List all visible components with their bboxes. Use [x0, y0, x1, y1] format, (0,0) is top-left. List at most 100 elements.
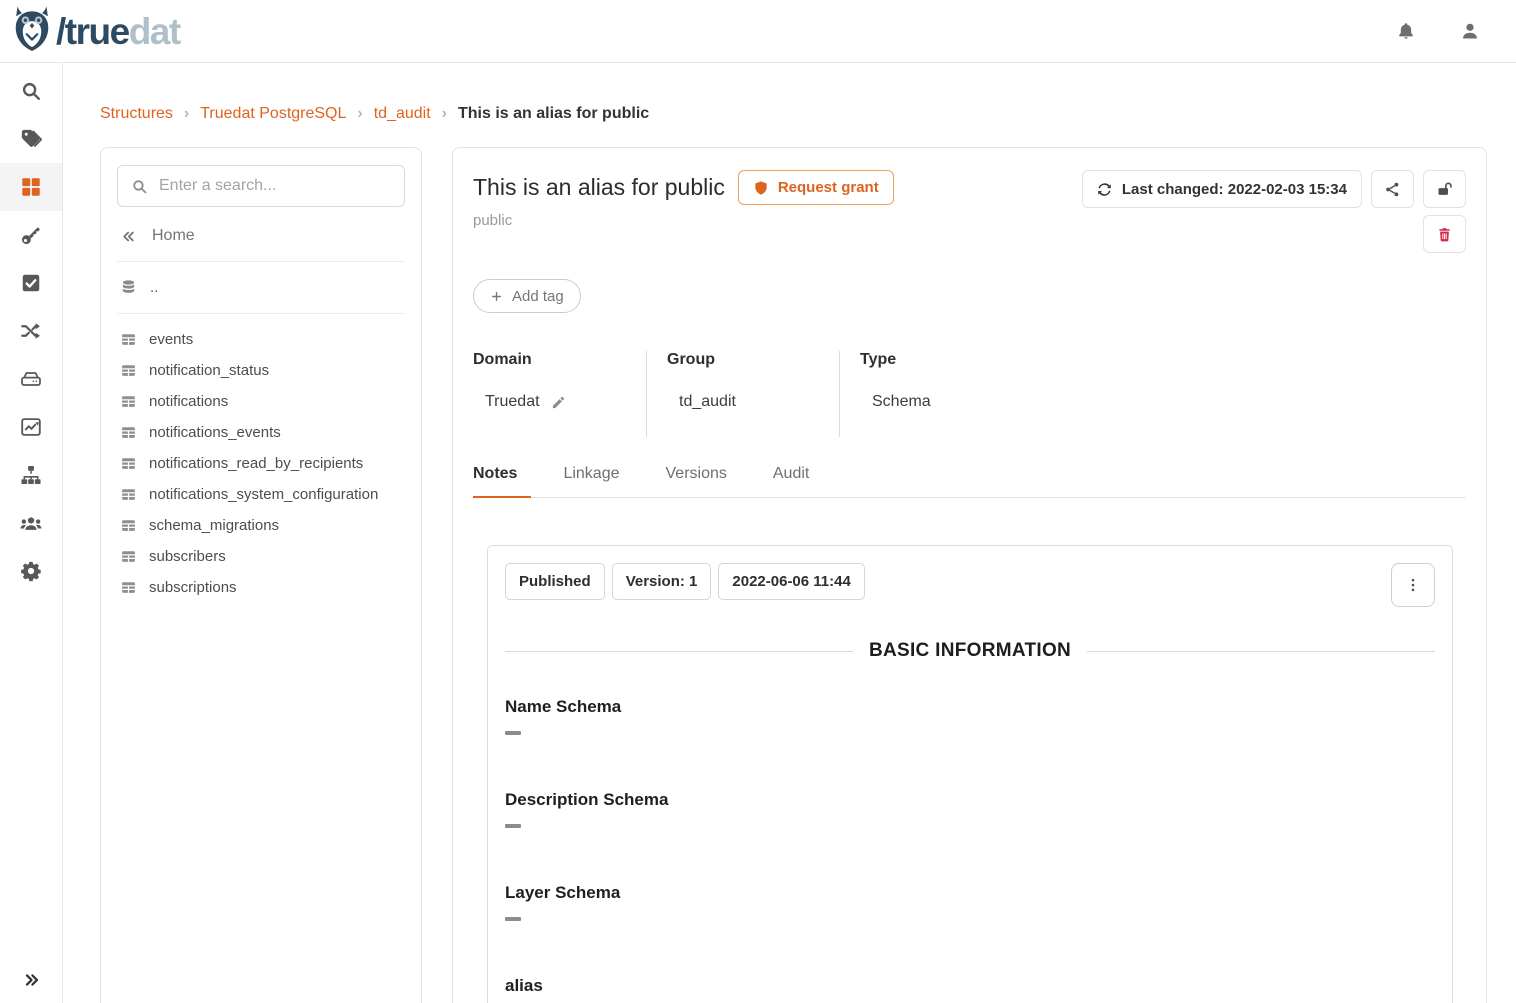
kebab-icon [1404, 576, 1422, 594]
table-link[interactable]: subscriptions [117, 572, 405, 603]
structure-detail-panel: This is an alias for public Request gran… [452, 147, 1487, 1003]
kebab-menu-button[interactable] [1391, 563, 1435, 607]
rail-item[interactable] [0, 451, 62, 499]
version-badge: Version: 1 [612, 563, 712, 600]
divider [505, 651, 853, 652]
last-changed-button[interactable]: Last changed: 2022-02-03 15:34 [1082, 170, 1362, 208]
rail-item[interactable] [0, 499, 62, 547]
structure-search-box [117, 165, 405, 207]
table-link[interactable]: schema_migrations [117, 510, 405, 541]
drive-icon [20, 368, 42, 390]
main-content: Structures Truedat PostgreSQL td_audit T… [63, 63, 1516, 1003]
table-list: events notification_status [117, 324, 405, 603]
delete-button[interactable] [1423, 215, 1466, 253]
rail-item[interactable] [0, 307, 62, 355]
note-field: alias This is an alias for public [505, 975, 1435, 1003]
table-link[interactable]: notifications [117, 386, 405, 417]
plus-icon [490, 290, 503, 303]
share-button[interactable] [1371, 170, 1414, 208]
rail-item[interactable] [0, 403, 62, 451]
meta-group: Group td_audit [646, 351, 839, 437]
table-icon [120, 393, 137, 410]
owl-logo-icon [10, 5, 54, 58]
add-tag-button[interactable]: Add tag [473, 279, 581, 313]
note-field: Name Schema [505, 696, 1435, 755]
note-field-value [505, 824, 1435, 848]
tab[interactable]: Linkage [563, 465, 633, 497]
divider [1087, 651, 1435, 652]
structure-subtitle: public [473, 212, 894, 229]
edit-domain-button[interactable] [551, 395, 566, 410]
gear-icon [20, 560, 42, 582]
table-link[interactable]: notifications_system_configuration [117, 479, 405, 510]
note-field-label: Name Schema [505, 696, 1435, 718]
tab[interactable]: Notes [473, 465, 531, 497]
note-badges: Published Version: 1 2022-06-06 11:44 [505, 563, 865, 600]
breadcrumb-item[interactable]: Truedat PostgreSQL [173, 105, 346, 123]
unlock-button[interactable] [1423, 170, 1466, 208]
note-field: Description Schema [505, 789, 1435, 848]
rail-item[interactable] [0, 355, 62, 403]
panels: Home .. [100, 147, 1487, 1003]
rail-item[interactable] [0, 547, 62, 595]
group-value: td_audit [679, 393, 736, 411]
table-link[interactable]: events [117, 324, 405, 355]
table-icon [120, 486, 137, 503]
tab-bar: Notes Linkage Versions Audit [473, 465, 1466, 498]
parent-directory-link[interactable]: .. [117, 262, 405, 313]
rail-item[interactable] [0, 163, 62, 211]
rail-item[interactable] [0, 67, 62, 115]
breadcrumb-item: This is an alias for public [431, 105, 649, 123]
tab[interactable]: Versions [666, 465, 741, 497]
tags-icon [20, 128, 42, 150]
table-name: notifications_read_by_recipients [149, 455, 363, 472]
rail-item[interactable] [0, 211, 62, 259]
nav-rail [0, 63, 63, 1003]
check-square-icon [20, 272, 42, 294]
breadcrumb-item[interactable]: Structures [100, 105, 173, 123]
grid-icon [20, 176, 42, 198]
note-field-value [505, 731, 1435, 755]
divider [117, 313, 405, 314]
shield-icon [753, 180, 769, 196]
logo-wordmark: /truedat [56, 13, 180, 50]
table-icon [120, 579, 137, 596]
angle-double-right-icon[interactable] [0, 965, 63, 995]
database-icon [120, 279, 137, 296]
table-icon [120, 455, 137, 472]
table-name: subscriptions [149, 579, 237, 596]
table-link[interactable]: notifications_read_by_recipients [117, 448, 405, 479]
note-card-header: Published Version: 1 2022-06-06 11:44 [505, 563, 1435, 607]
tab[interactable]: Audit [773, 465, 823, 497]
request-grant-button[interactable]: Request grant [738, 170, 894, 205]
user-account-icon[interactable] [1458, 19, 1482, 43]
home-link[interactable]: Home [117, 207, 405, 261]
shuffle-icon [20, 320, 42, 342]
angle-double-left-icon [120, 228, 137, 245]
group-label: Group [667, 351, 839, 369]
search-input[interactable] [159, 177, 391, 195]
rail-item[interactable] [0, 259, 62, 307]
detail-header: This is an alias for public Request gran… [473, 170, 1466, 253]
notifications-bell-icon[interactable] [1394, 19, 1418, 43]
table-icon [120, 331, 137, 348]
section-title: BASIC INFORMATION [505, 640, 1435, 662]
sitemap-icon [20, 464, 42, 486]
breadcrumb-item[interactable]: td_audit [346, 105, 430, 123]
status-badge: Published [505, 563, 605, 600]
refresh-icon [1097, 182, 1112, 197]
table-link[interactable]: subscribers [117, 541, 405, 572]
search-icon [20, 80, 42, 102]
table-name: notifications_system_configuration [149, 486, 378, 503]
truedat-logo[interactable]: /truedat [10, 5, 180, 58]
domain-label: Domain [473, 351, 646, 369]
table-link[interactable]: notification_status [117, 355, 405, 386]
home-label: Home [152, 227, 195, 245]
rail-item[interactable] [0, 115, 62, 163]
table-icon [120, 548, 137, 565]
parent-directory-label: .. [150, 279, 158, 296]
header-actions [1394, 19, 1482, 43]
table-link[interactable]: notifications_events [117, 417, 405, 448]
share-icon [1384, 181, 1401, 198]
timestamp-badge: 2022-06-06 11:44 [718, 563, 864, 600]
